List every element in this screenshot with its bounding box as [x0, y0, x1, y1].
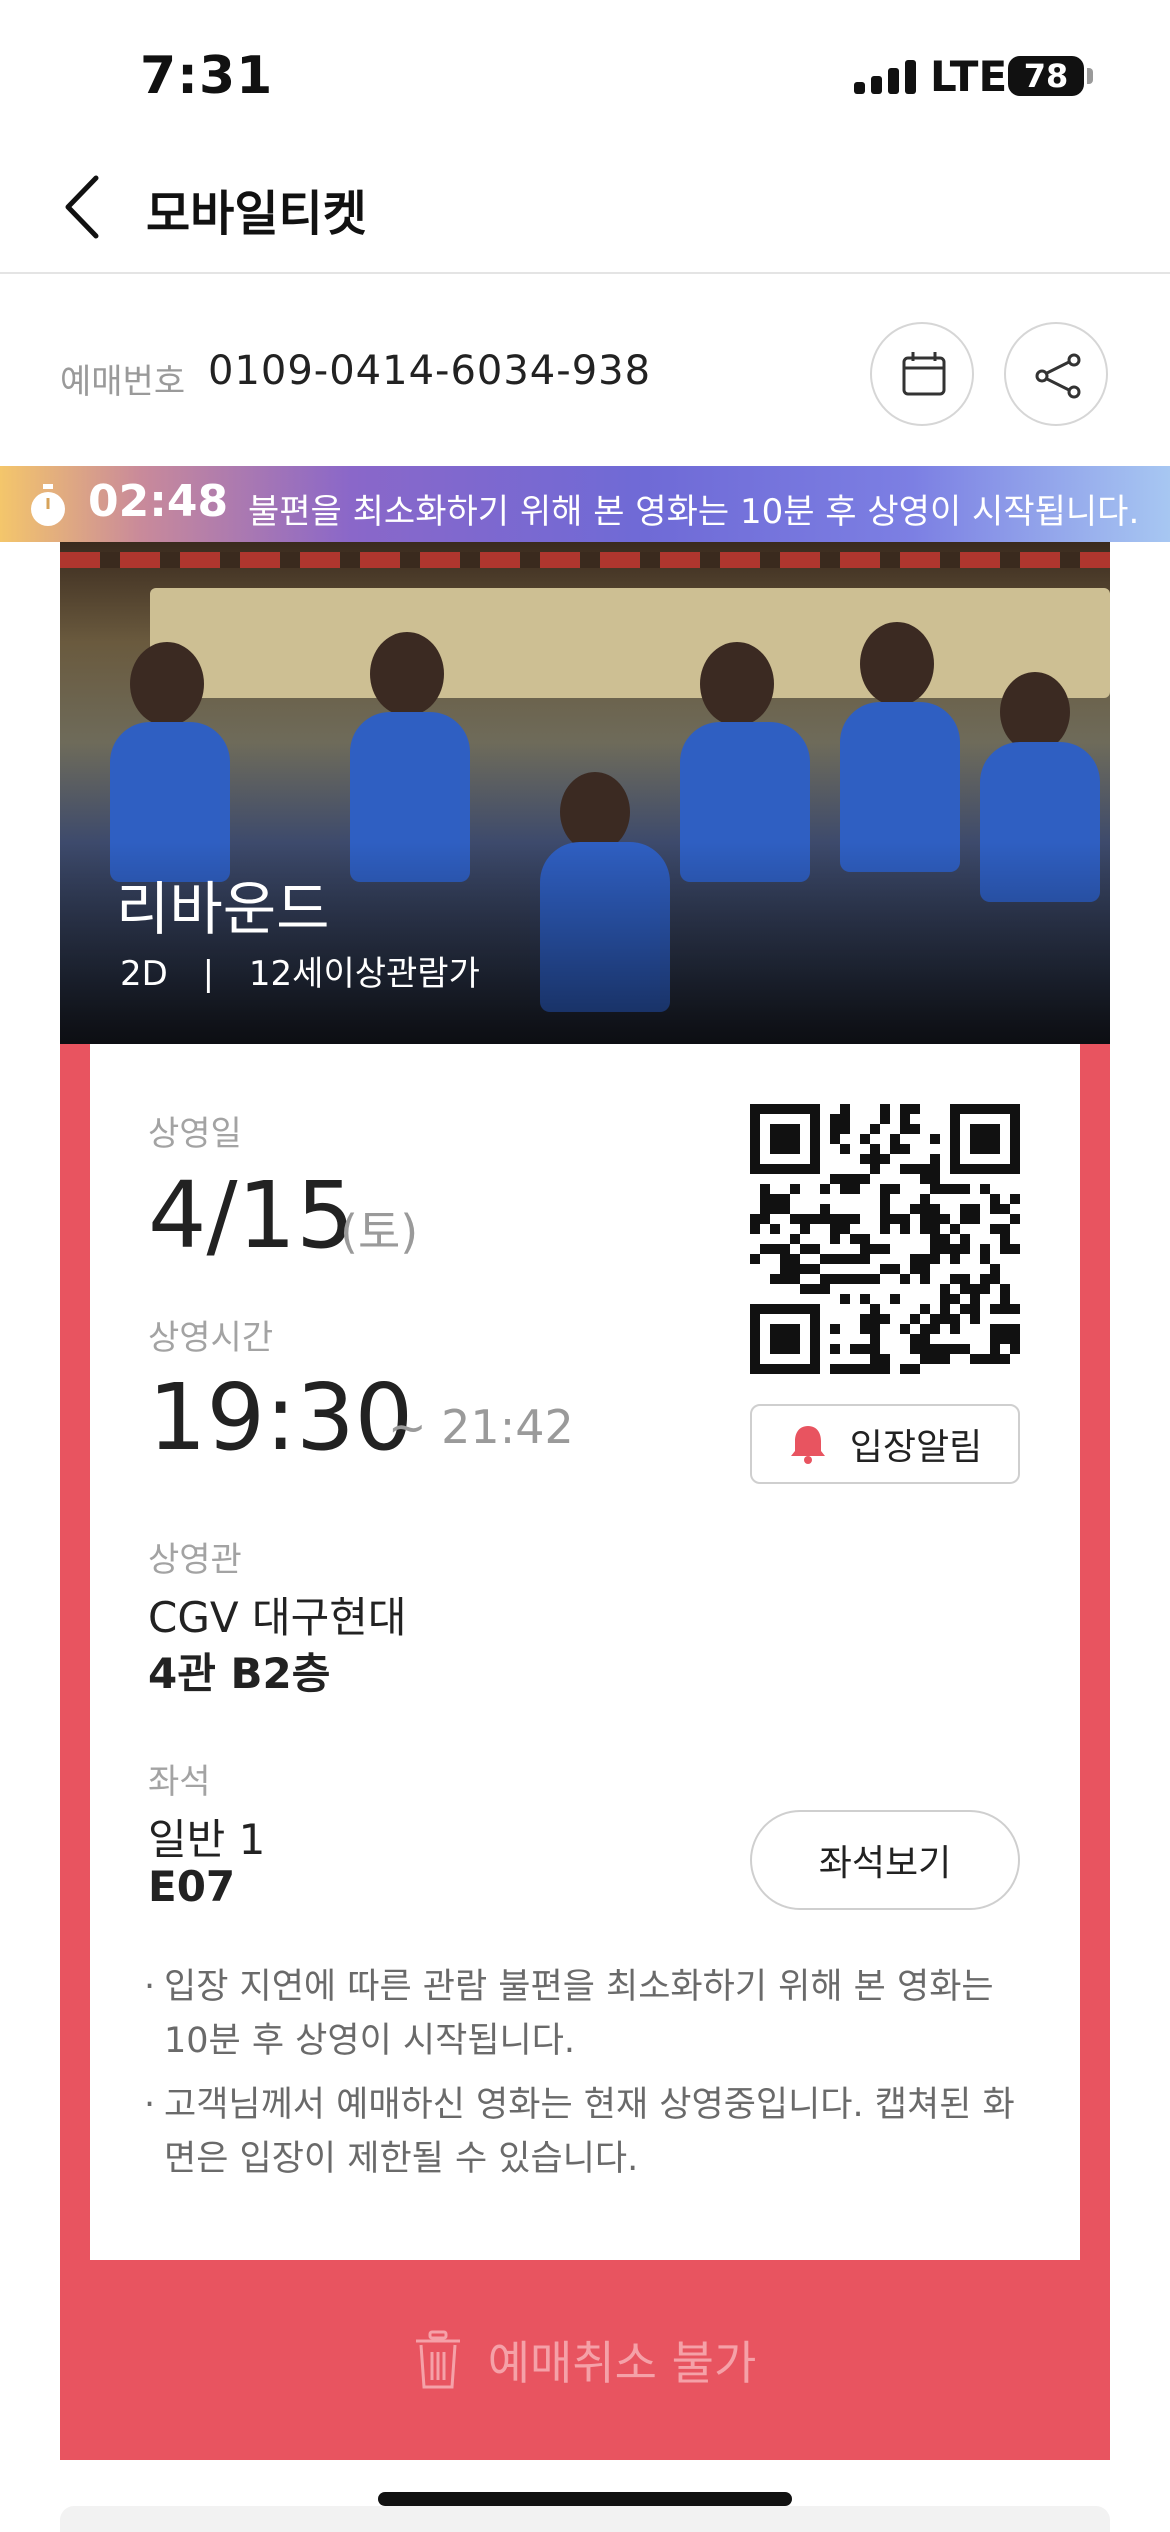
movie-rating: 12세이상관람가: [248, 954, 480, 994]
poster-figure: [700, 642, 774, 726]
screen-info: 4관 B2층: [148, 1649, 331, 1698]
bell-icon: [790, 1426, 825, 1464]
chevron-left-icon: [65, 175, 99, 239]
status-bar: 7:31 LTE 78: [0, 0, 1170, 140]
cancel-booking-button[interactable]: 예매취소 불가: [60, 2260, 1110, 2460]
booking-number: 0109-0414-6034-938: [208, 348, 652, 394]
poster-figure: [560, 772, 630, 852]
screening-date: 4/15: [148, 1162, 355, 1269]
meta-separator: |: [202, 954, 215, 994]
start-time: 19:30: [148, 1364, 414, 1471]
poster-figure: [860, 622, 934, 706]
poster-school-banner: [150, 588, 1110, 698]
timer-icon: [31, 484, 65, 526]
status-time: 7:31: [140, 46, 274, 106]
note-item: 고객님께서 예매하신 영화는 현재 상영중입니다. 캡쳐된 화면은 입장이 제한…: [144, 2078, 1018, 2186]
seat-view-button[interactable]: 좌석보기: [750, 1810, 1020, 1910]
movie-title: 리바운드: [116, 875, 330, 943]
back-button[interactable]: [56, 172, 116, 242]
poster-decoration: [60, 552, 1110, 568]
battery-icon: 78: [1008, 56, 1084, 96]
signal-icon: [854, 60, 916, 94]
notice-text: 불편을 최소화하기 위해 본 영화는 10분 후 상영이 시작됩니다.: [248, 492, 1140, 532]
network-type: LTE: [930, 52, 1008, 101]
bottom-sheet-edge: [60, 2506, 1110, 2532]
cancel-label: 예매취소 불가: [487, 2336, 757, 2390]
entry-alert-label: 입장알림: [849, 1427, 983, 1468]
time-label: 상영시간: [148, 1318, 274, 1358]
seat-type: 일반 1: [148, 1815, 266, 1864]
poster-figure: [130, 642, 204, 726]
screening-day: (토): [340, 1205, 419, 1259]
date-label: 상영일: [148, 1114, 242, 1154]
calendar-icon: [902, 352, 946, 396]
booking-row: 예매번호 0109-0414-6034-938: [0, 276, 1170, 466]
start-notice-banner: 02:48 불편을 최소화하기 위해 본 영화는 10분 후 상영이 시작됩니다…: [0, 466, 1170, 542]
nav-bar: 모바일티켓: [0, 140, 1170, 274]
seat-number: E07: [148, 1862, 236, 1911]
ticket-notes: 입장 지연에 따른 관람 불편을 최소화하기 위해 본 영화는 10분 후 상영…: [144, 1960, 1018, 2196]
battery-nub: [1087, 68, 1093, 84]
note-item: 입장 지연에 따른 관람 불편을 최소화하기 위해 본 영화는 10분 후 상영…: [144, 1960, 1018, 2068]
end-time: ~ 21:42: [388, 1400, 574, 1454]
movie-meta: 2D | 12세이상관람가: [120, 946, 480, 995]
share-icon: [1035, 353, 1081, 399]
seat-label: 좌석: [148, 1762, 211, 1802]
booking-number-label: 예매번호: [60, 362, 186, 402]
qr-code: [750, 1104, 1020, 1374]
share-button[interactable]: [1004, 322, 1108, 426]
movie-format: 2D: [120, 954, 168, 994]
poster-figure: [1000, 672, 1070, 752]
page-title: 모바일티켓: [146, 186, 367, 242]
entry-alert-button[interactable]: 입장알림: [750, 1404, 1020, 1484]
poster-figure: [370, 632, 444, 716]
movie-poster: 리바운드 2D | 12세이상관람가: [60, 542, 1110, 1044]
theater-name: CGV 대구현대: [148, 1593, 407, 1642]
trash-icon: [415, 2330, 460, 2389]
calendar-button[interactable]: [870, 322, 974, 426]
theater-label: 상영관: [148, 1540, 242, 1580]
home-indicator: [378, 2492, 792, 2506]
countdown-timer: 02:48: [88, 476, 229, 527]
